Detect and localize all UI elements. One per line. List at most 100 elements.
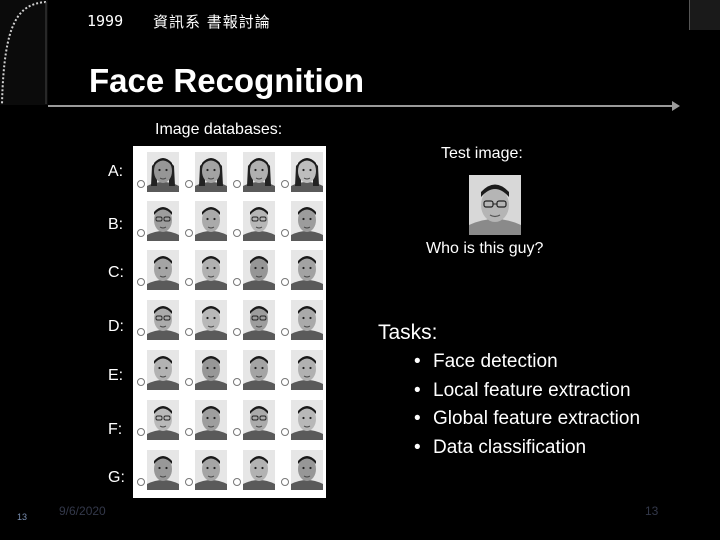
face-photo [195, 350, 227, 390]
test-question: Who is this guy? [426, 240, 544, 257]
radio-icon [137, 428, 145, 436]
radio-icon [137, 278, 145, 286]
face-row [137, 398, 325, 442]
radio-icon [137, 478, 145, 486]
face-thumbnail [185, 298, 229, 342]
task-label: Data classification [433, 436, 587, 458]
task-item: • Face detection [414, 351, 640, 380]
face-photo [243, 450, 275, 490]
face-thumbnail [281, 199, 325, 243]
radio-icon [281, 328, 289, 336]
radio-icon [137, 328, 145, 336]
radio-icon [185, 180, 193, 188]
face-thumbnail [137, 199, 181, 243]
task-label: Global feature extraction [433, 408, 641, 429]
face-thumbnail [137, 150, 181, 194]
face-database-panel [133, 146, 326, 498]
radio-icon [281, 180, 289, 188]
face-photo [243, 300, 275, 340]
radio-icon [281, 378, 289, 386]
test-face-photo [469, 175, 521, 235]
face-photo [291, 250, 323, 290]
decorative-dotted-arc [0, 0, 48, 105]
face-photo [243, 350, 275, 390]
face-thumbnail [233, 398, 277, 442]
face-photo [291, 350, 323, 390]
face-thumbnail [185, 248, 229, 292]
face-photo [147, 350, 179, 390]
database-row-label-b: B: [108, 216, 124, 233]
bullet-icon: • [414, 436, 421, 458]
bullet-icon: • [414, 408, 421, 429]
face-thumbnail [137, 248, 181, 292]
database-row-label-d: D: [108, 318, 124, 335]
header-year: 1999 [87, 12, 124, 30]
radio-icon [185, 428, 193, 436]
face-photo [291, 152, 323, 192]
radio-icon [281, 478, 289, 486]
face-thumbnail [281, 448, 325, 492]
face-photo [243, 400, 275, 440]
face-photo [291, 450, 323, 490]
radio-icon [185, 229, 193, 237]
task-label: Face detection [433, 351, 558, 372]
radio-icon [185, 478, 193, 486]
face-thumbnail [233, 348, 277, 392]
task-list: • Face detection • Local feature extractio… [414, 351, 640, 465]
database-row-label-g: G: [108, 469, 125, 486]
radio-icon [233, 478, 241, 486]
face-photo [195, 300, 227, 340]
database-row-label-e: E: [108, 367, 124, 384]
face-thumbnail [281, 348, 325, 392]
face-thumbnail [137, 398, 181, 442]
face-photo [195, 450, 227, 490]
radio-icon [137, 180, 145, 188]
face-photo [147, 300, 179, 340]
face-photo [147, 250, 179, 290]
tasks-title: Tasks: [378, 321, 438, 344]
radio-icon [281, 428, 289, 436]
task-label: Local feature extraction [433, 379, 631, 401]
face-thumbnail [233, 150, 277, 194]
database-row-label-a: A: [108, 163, 124, 180]
face-photo [195, 201, 227, 241]
corner-decoration [689, 0, 720, 30]
face-row [137, 199, 325, 243]
face-thumbnail [137, 298, 181, 342]
footer-date: 9/6/2020 [59, 504, 106, 518]
face-row [137, 150, 325, 194]
face-thumbnail [281, 248, 325, 292]
face-photo [195, 250, 227, 290]
header-organization: 資訊系 書報討論 [153, 13, 271, 31]
radio-icon [233, 180, 241, 188]
arrow-right-icon [672, 101, 680, 111]
face-thumbnail [233, 298, 277, 342]
face-thumbnail [137, 448, 181, 492]
radio-icon [281, 278, 289, 286]
face-photo [195, 400, 227, 440]
face-photo [291, 400, 323, 440]
face-thumbnail [185, 398, 229, 442]
face-thumbnail [185, 150, 229, 194]
face-thumbnail [281, 398, 325, 442]
database-row-label-c: C: [108, 264, 124, 281]
face-thumbnail [281, 298, 325, 342]
radio-icon [185, 378, 193, 386]
radio-icon [137, 229, 145, 237]
radio-icon [281, 229, 289, 237]
face-row [137, 448, 325, 492]
radio-icon [233, 278, 241, 286]
radio-icon [185, 328, 193, 336]
face-row [137, 348, 325, 392]
radio-icon [233, 428, 241, 436]
face-photo [147, 400, 179, 440]
footer-slide-number: 13 [17, 512, 28, 522]
test-image-heading: Test image: [441, 145, 523, 162]
database-row-label-f: F: [108, 421, 123, 438]
face-thumbnail [233, 448, 277, 492]
task-item: • Local feature extraction [414, 380, 640, 409]
slide-title: Face Recognition [89, 62, 365, 99]
face-photo [243, 152, 275, 192]
face-thumbnail [281, 150, 325, 194]
face-photo [243, 250, 275, 290]
